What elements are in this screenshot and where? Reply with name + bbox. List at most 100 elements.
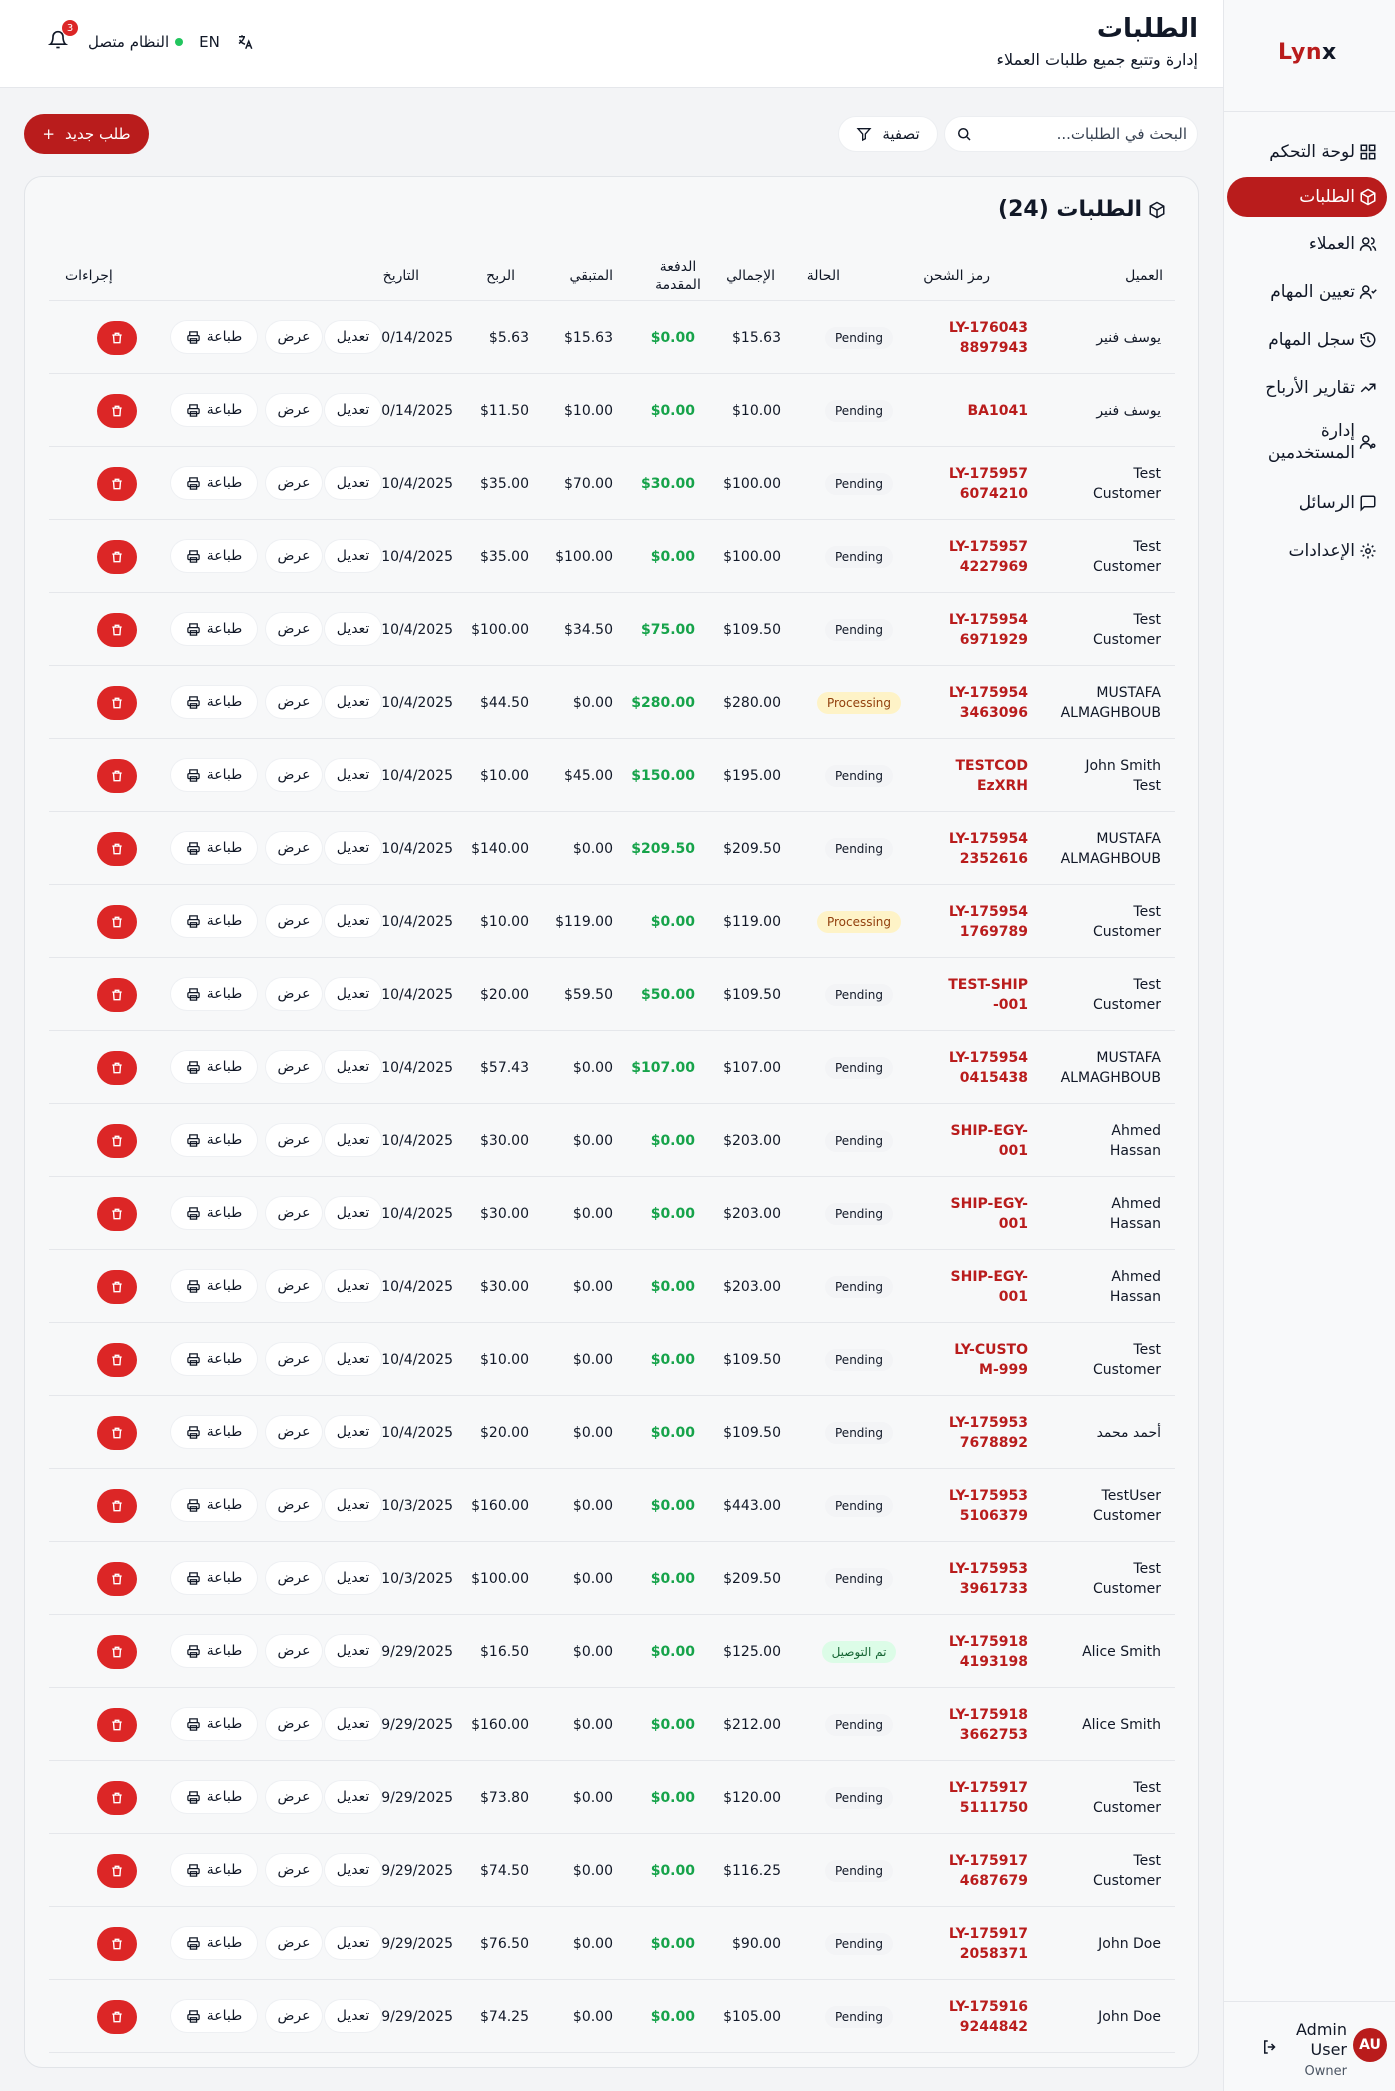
edit-button[interactable]: تعديل — [325, 613, 381, 645]
print-button[interactable]: طباعة — [171, 540, 257, 572]
edit-button[interactable]: تعديل — [325, 1197, 381, 1229]
view-button[interactable]: عرض — [266, 759, 322, 791]
edit-button[interactable]: تعديل — [325, 1927, 381, 1959]
print-button[interactable]: طباعة — [171, 759, 257, 791]
cell-shipping-code[interactable]: LY-1759546971929 — [908, 593, 1028, 666]
print-button[interactable]: طباعة — [171, 1343, 257, 1375]
edit-button[interactable]: تعديل — [325, 832, 381, 864]
sidebar-item-user-manage[interactable]: إدارة المستخدمين — [1227, 414, 1387, 470]
view-button[interactable]: عرض — [266, 2000, 322, 2032]
print-button[interactable]: طباعة — [171, 1270, 257, 1302]
delete-button[interactable] — [97, 1708, 137, 1742]
view-button[interactable]: عرض — [266, 1051, 322, 1083]
cell-shipping-code[interactable]: SHIP-EGY-001 — [908, 1104, 1028, 1177]
print-button[interactable]: طباعة — [171, 1854, 257, 1886]
view-button[interactable]: عرض — [266, 1781, 322, 1813]
filter-button[interactable]: تصفية — [838, 116, 938, 152]
brand-logo[interactable]: Lynx — [1278, 40, 1337, 65]
print-button[interactable]: طباعة — [171, 1197, 257, 1229]
cell-shipping-code[interactable]: LY-1759576074210 — [908, 447, 1028, 520]
print-button[interactable]: طباعة — [171, 1781, 257, 1813]
sidebar-item-history[interactable]: سجل المهام — [1227, 320, 1387, 360]
edit-button[interactable]: تعديل — [325, 540, 381, 572]
delete-button[interactable] — [97, 1416, 137, 1450]
print-button[interactable]: طباعة — [171, 2000, 257, 2032]
cell-shipping-code[interactable]: LY-1759540415438 — [908, 1031, 1028, 1104]
edit-button[interactable]: تعديل — [325, 467, 381, 499]
edit-button[interactable]: تعديل — [325, 1051, 381, 1083]
edit-button[interactable]: تعديل — [325, 1708, 381, 1740]
language-toggle[interactable]: EN — [199, 33, 220, 51]
cell-shipping-code[interactable]: LY-1759535106379 — [908, 1469, 1028, 1542]
search-input[interactable] — [989, 117, 1189, 151]
view-button[interactable]: عرض — [266, 978, 322, 1010]
sidebar-item-user-task[interactable]: تعيين المهام — [1227, 272, 1387, 312]
view-button[interactable]: عرض — [266, 1635, 322, 1667]
delete-button[interactable] — [97, 1562, 137, 1596]
print-button[interactable]: طباعة — [171, 1708, 257, 1740]
translate-icon[interactable] — [236, 33, 254, 51]
view-button[interactable]: عرض — [266, 1270, 322, 1302]
view-button[interactable]: عرض — [266, 467, 322, 499]
edit-button[interactable]: تعديل — [325, 978, 381, 1010]
view-button[interactable]: عرض — [266, 1562, 322, 1594]
view-button[interactable]: عرض — [266, 1343, 322, 1375]
logout-icon[interactable] — [1261, 2038, 1279, 2056]
print-button[interactable]: طباعة — [171, 1927, 257, 1959]
view-button[interactable]: عرض — [266, 1197, 322, 1229]
delete-button[interactable] — [97, 467, 137, 501]
cell-shipping-code[interactable]: LY-1759541769789 — [908, 885, 1028, 958]
search-box[interactable] — [944, 116, 1198, 152]
cell-shipping-code[interactable]: LY-CUSTOM-999 — [908, 1323, 1028, 1396]
delete-button[interactable] — [97, 1781, 137, 1815]
view-button[interactable]: عرض — [266, 1416, 322, 1448]
delete-button[interactable] — [97, 2000, 137, 2034]
cell-shipping-code[interactable]: LY-1759174687679 — [908, 1834, 1028, 1907]
view-button[interactable]: عرض — [266, 686, 322, 718]
print-button[interactable]: طباعة — [171, 1562, 257, 1594]
delete-button[interactable] — [97, 1124, 137, 1158]
cell-shipping-code[interactable]: SHIP-EGY-001 — [908, 1177, 1028, 1250]
view-button[interactable]: عرض — [266, 1124, 322, 1156]
edit-button[interactable]: تعديل — [325, 394, 381, 426]
avatar[interactable]: AU — [1353, 2028, 1387, 2062]
delete-button[interactable] — [97, 1489, 137, 1523]
sidebar-item-settings[interactable]: الإعدادات — [1227, 531, 1387, 571]
view-button[interactable]: عرض — [266, 905, 322, 937]
notifications-button[interactable]: 3 — [47, 20, 78, 54]
print-button[interactable]: طباعة — [171, 1635, 257, 1667]
edit-button[interactable]: تعديل — [325, 905, 381, 937]
view-button[interactable]: عرض — [266, 613, 322, 645]
delete-button[interactable] — [97, 759, 137, 793]
edit-button[interactable]: تعديل — [325, 2000, 381, 2032]
delete-button[interactable] — [97, 832, 137, 866]
print-button[interactable]: طباعة — [171, 905, 257, 937]
sidebar-item-trend[interactable]: تقارير الأرباح — [1227, 368, 1387, 408]
cell-shipping-code[interactable]: LY-1759172058371 — [908, 1907, 1028, 1980]
edit-button[interactable]: تعديل — [325, 1270, 381, 1302]
delete-button[interactable] — [97, 394, 137, 428]
print-button[interactable]: طباعة — [171, 1489, 257, 1521]
edit-button[interactable]: تعديل — [325, 1489, 381, 1521]
cell-shipping-code[interactable]: LY-1759184193198 — [908, 1615, 1028, 1688]
edit-button[interactable]: تعديل — [325, 1343, 381, 1375]
view-button[interactable]: عرض — [266, 394, 322, 426]
view-button[interactable]: عرض — [266, 1927, 322, 1959]
cell-shipping-code[interactable]: LY-1759533961733 — [908, 1542, 1028, 1615]
edit-button[interactable]: تعديل — [325, 321, 381, 353]
delete-button[interactable] — [97, 1854, 137, 1888]
print-button[interactable]: طباعة — [171, 832, 257, 864]
delete-button[interactable] — [97, 321, 137, 355]
edit-button[interactable]: تعديل — [325, 1124, 381, 1156]
print-button[interactable]: طباعة — [171, 1051, 257, 1083]
cell-shipping-code[interactable]: LY-1760438897943 — [908, 301, 1028, 374]
print-button[interactable]: طباعة — [171, 394, 257, 426]
sidebar-item-dashboard[interactable]: لوحة التحكم — [1227, 132, 1387, 172]
sidebar-item-box[interactable]: الطلبات — [1227, 177, 1387, 217]
view-button[interactable]: عرض — [266, 832, 322, 864]
delete-button[interactable] — [97, 1635, 137, 1669]
edit-button[interactable]: تعديل — [325, 1416, 381, 1448]
print-button[interactable]: طباعة — [171, 686, 257, 718]
sidebar-item-users[interactable]: العملاء — [1227, 224, 1387, 264]
delete-button[interactable] — [97, 905, 137, 939]
